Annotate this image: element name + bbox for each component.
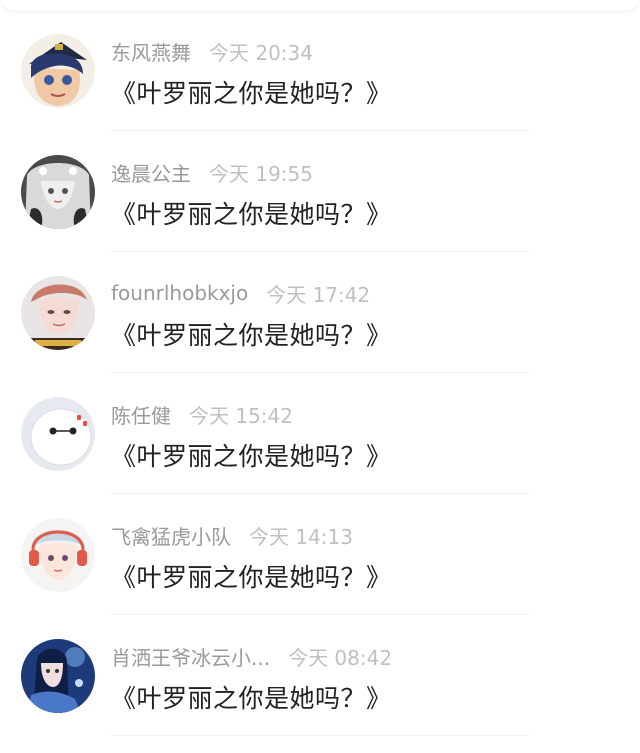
timestamp: 今天 14:13 (249, 524, 353, 549)
avatar[interactable] (21, 276, 95, 350)
username[interactable]: 飞禽猛虎小队 (111, 521, 231, 550)
avatar[interactable] (21, 155, 95, 229)
comment-text: 《叶罗丽之你是她吗？》 (111, 563, 392, 592)
comment-meta: founrlhobkxjo 今天 17:42 (111, 278, 370, 308)
headphones-anime-boy-avatar-icon (21, 518, 95, 592)
comment-list: 东风燕舞 今天 20:34 《叶罗丽之你是她吗？》 逸晨公主 今天 19:55 (0, 10, 640, 736)
timestamp: 今天 15:42 (189, 403, 293, 428)
comment-item[interactable]: 飞禽猛虎小队 今天 14:13 《叶罗丽之你是她吗？》 (0, 494, 640, 615)
comment-item[interactable]: 逸晨公主 今天 19:55 《叶罗丽之你是她吗？》 (0, 131, 640, 252)
anime-girl-hat-avatar-icon (21, 34, 95, 108)
comment-meta: 陈任健 今天 15:42 (111, 399, 293, 429)
timestamp: 今天 19:55 (209, 161, 313, 186)
comment-meta: 飞禽猛虎小队 今天 14:13 (111, 520, 353, 550)
avatar[interactable] (21, 518, 95, 592)
divider (111, 735, 529, 736)
comment-meta: 东风燕舞 今天 20:34 (111, 36, 313, 66)
timestamp: 今天 17:42 (266, 282, 371, 307)
top-card-edge (0, 0, 640, 10)
comment-text: 《叶罗丽之你是她吗？》 (111, 200, 392, 229)
silver-hair-doll-avatar-icon (21, 155, 95, 229)
comment-meta: 逸晨公主 今天 19:55 (111, 157, 313, 187)
timestamp: 今天 20:34 (209, 40, 313, 65)
comment-text: 《叶罗丽之你是她吗？》 (111, 321, 392, 350)
portrait-photo-avatar-icon (21, 276, 95, 350)
blue-night-character-avatar-icon (21, 639, 95, 713)
comment-text: 《叶罗丽之你是她吗？》 (111, 79, 392, 108)
timestamp: 今天 08:42 (288, 645, 393, 670)
username[interactable]: 肖洒王爷冰云小... (111, 642, 270, 671)
comment-text: 《叶罗丽之你是她吗？》 (111, 684, 392, 713)
username[interactable]: 东风燕舞 (111, 37, 191, 66)
username[interactable]: 逸晨公主 (111, 158, 191, 187)
avatar[interactable] (21, 397, 95, 471)
username[interactable]: founrlhobkxjo (111, 281, 248, 305)
comment-text: 《叶罗丽之你是她吗？》 (111, 442, 392, 471)
avatar[interactable] (21, 34, 95, 108)
avatar[interactable] (21, 639, 95, 713)
comment-item[interactable]: founrlhobkxjo 今天 17:42 《叶罗丽之你是她吗？》 (0, 252, 640, 373)
comment-meta: 肖洒王爷冰云小... 今天 08:42 (111, 641, 392, 671)
username[interactable]: 陈任健 (111, 400, 171, 429)
comment-item[interactable]: 陈任健 今天 15:42 《叶罗丽之你是她吗？》 (0, 373, 640, 494)
comment-item[interactable]: 东风燕舞 今天 20:34 《叶罗丽之你是她吗？》 (0, 10, 640, 131)
white-robot-avatar-icon (21, 397, 95, 471)
comment-item[interactable]: 肖洒王爷冰云小... 今天 08:42 《叶罗丽之你是她吗？》 (0, 615, 640, 736)
